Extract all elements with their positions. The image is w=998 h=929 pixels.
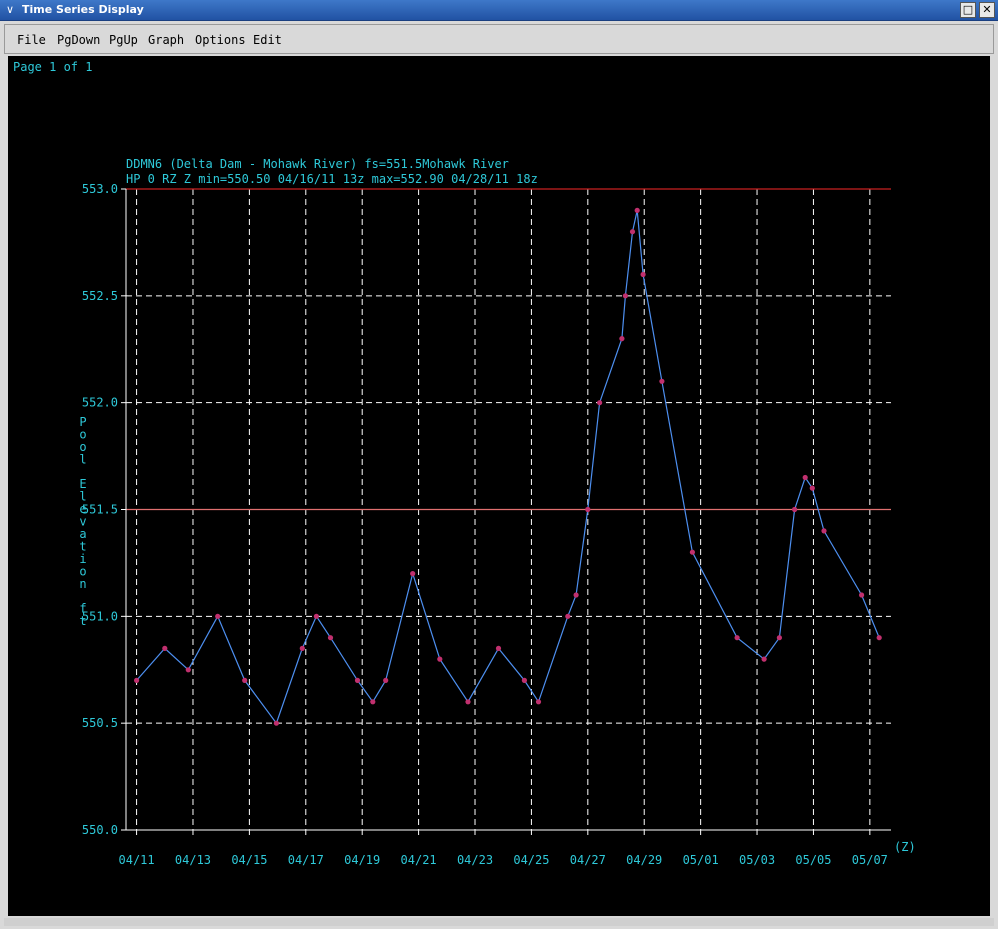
axes — [121, 188, 891, 835]
data-point[interactable] — [597, 400, 603, 406]
data-point[interactable] — [585, 506, 591, 513]
y-axis-label-char: l — [79, 453, 86, 467]
menu-options[interactable]: Options — [195, 33, 246, 47]
menu-edit[interactable]: Edit — [253, 33, 282, 47]
data-point[interactable] — [792, 506, 798, 513]
x-tick-label: 04/13 — [175, 853, 211, 867]
time-series-chart: Page 1 of 1 DDMN6 (Delta Dam - Mohawk Ri… — [13, 60, 916, 867]
series-line — [136, 210, 880, 725]
menu-file[interactable]: File — [17, 33, 46, 47]
data-point[interactable] — [299, 645, 305, 652]
data-point[interactable] — [410, 571, 416, 577]
window-title: Time Series Display — [22, 3, 144, 16]
maximize-icon[interactable]: □ — [960, 2, 976, 18]
data-point[interactable] — [859, 592, 865, 598]
page-indicator: Page 1 of 1 — [13, 60, 92, 74]
data-point[interactable] — [802, 474, 808, 481]
y-axis-label: PoolElevationft — [79, 415, 86, 628]
data-point[interactable] — [640, 271, 646, 278]
x-tick-label: 05/03 — [739, 853, 775, 867]
y-tick-label: 552.0 — [82, 396, 118, 410]
x-tick-label: 04/19 — [344, 853, 380, 867]
data-point[interactable] — [622, 293, 629, 299]
y-tick-labels: 550.0 550.5 551.0 551.5 552.0 552.5 553.0 — [82, 182, 118, 837]
data-point[interactable] — [370, 699, 376, 705]
data-point[interactable] — [776, 635, 783, 641]
x-tick-label: 04/23 — [457, 853, 493, 867]
data-point[interactable] — [573, 592, 579, 598]
data-point[interactable] — [273, 720, 279, 726]
title-bar[interactable]: ∨ Time Series Display □ ✕ — [0, 0, 998, 21]
data-point[interactable] — [619, 336, 625, 342]
data-point[interactable] — [327, 635, 334, 641]
x-axis-label: (Z) — [894, 840, 916, 854]
chart-title: DDMN6 (Delta Dam - Mohawk River) fs=551.… — [126, 157, 509, 171]
window-menu-icon[interactable]: ∨ — [2, 2, 18, 18]
reference-lines — [126, 188, 891, 511]
data-point[interactable] — [465, 699, 471, 705]
data-point[interactable] — [185, 667, 191, 673]
x-tick-label: 04/11 — [119, 853, 155, 867]
data-point[interactable] — [521, 677, 528, 684]
x-tick-label: 05/01 — [683, 853, 719, 867]
data-point[interactable] — [383, 677, 389, 684]
data-point[interactable] — [134, 677, 140, 684]
data-point[interactable] — [876, 635, 882, 641]
x-tick-label: 04/17 — [288, 853, 324, 867]
data-point[interactable] — [761, 656, 767, 662]
y-axis-label-char: t — [79, 614, 86, 628]
chart-subtitle: HP 0 RZ Z min=550.50 04/16/11 13z max=55… — [126, 172, 538, 186]
plot-canvas[interactable]: Page 1 of 1 DDMN6 (Delta Dam - Mohawk Ri… — [8, 56, 990, 916]
x-tick-label: 04/21 — [401, 853, 437, 867]
data-point[interactable] — [535, 699, 542, 705]
data-point[interactable] — [689, 549, 696, 555]
y-tick-label: 551.0 — [82, 609, 118, 623]
data-point[interactable] — [215, 613, 221, 619]
data-point[interactable] — [313, 613, 319, 619]
status-strip — [4, 918, 994, 926]
data-point[interactable] — [495, 645, 502, 652]
time-series-window: ∨ Time Series Display □ ✕ File PgDown Pg… — [0, 0, 998, 929]
data-point[interactable] — [354, 677, 361, 684]
x-tick-label: 04/15 — [231, 853, 267, 867]
data-point[interactable] — [734, 635, 740, 641]
menu-graph[interactable]: Graph — [148, 33, 184, 47]
data-point[interactable] — [162, 645, 168, 652]
data-point[interactable] — [242, 677, 248, 684]
x-tick-labels: 04/11 04/13 04/15 04/17 04/19 04/21 04/23 04/25… — [119, 853, 888, 867]
menu-bar: File PgDown PgUp Graph Options Edit — [4, 24, 994, 54]
data-point[interactable] — [437, 656, 443, 662]
y-axis-label-char: n — [79, 577, 86, 591]
menu-pgdown[interactable]: PgDown — [57, 33, 100, 47]
data-point[interactable] — [565, 613, 571, 619]
x-tick-label: 05/07 — [852, 853, 888, 867]
y-tick-label: 552.5 — [82, 289, 118, 303]
menu-pgup[interactable]: PgUp — [109, 33, 138, 47]
y-tick-label: 550.5 — [82, 716, 118, 730]
y-tick-label: 551.5 — [82, 503, 118, 517]
data-point[interactable] — [629, 229, 636, 235]
data-point[interactable] — [821, 528, 827, 534]
series-group — [134, 207, 882, 726]
x-tick-label: 04/27 — [570, 853, 606, 867]
y-tick-label: 553.0 — [82, 182, 118, 196]
x-tick-label: 05/05 — [795, 853, 831, 867]
x-tick-label: 04/25 — [513, 853, 549, 867]
close-icon[interactable]: ✕ — [979, 2, 995, 18]
y-tick-label: 550.0 — [82, 823, 118, 837]
x-tick-label: 04/29 — [626, 853, 662, 867]
data-point[interactable] — [809, 485, 815, 491]
data-point[interactable] — [659, 378, 665, 384]
data-point[interactable] — [634, 207, 640, 213]
